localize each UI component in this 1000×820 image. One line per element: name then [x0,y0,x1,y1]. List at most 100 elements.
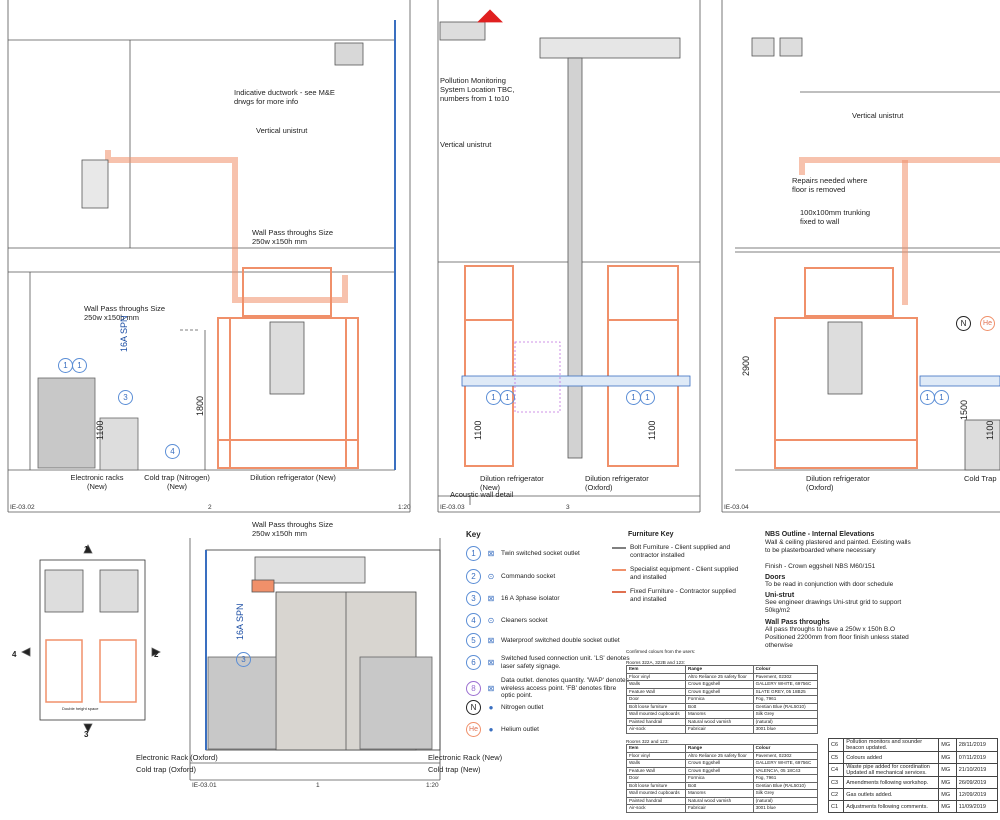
revision-by: MG [938,763,957,777]
key-item: 1 ⊠ Twin switched socket outlet [466,546,631,561]
outlet-icon: ⊠ [487,658,495,667]
key-label: Waterproof switched double socket outlet [501,636,620,644]
unistrut-note: Vertical unistrut [440,140,492,149]
trunking-note: 100x100mm trunking fixed to wall [800,208,871,226]
label-rack-oxford: Electronic Rack (Oxford) [136,753,218,762]
keyplan-view-1: 1 [84,545,89,554]
table-cell: VALENCIA, 05 18C43 [752,766,819,775]
table-header: Range [685,744,754,753]
table-cell: Fabricair [685,725,754,734]
key-symbol-number: N [466,700,481,715]
revision-desc: Pollution monitors and sounder beacon up… [843,738,940,752]
outlet-icon: ⊠ [487,549,495,558]
socket-symbol: 1 [58,358,73,373]
outlet-icon: ⊙ [487,572,495,581]
table-row: Air-sock Fabricair 3001 blue [626,725,819,734]
sheet-number: 2 [208,504,212,511]
key-symbol-number: 4 [466,613,481,628]
keyplan-hint: Double height space [62,706,99,711]
table-cell: Formica [685,695,754,704]
label-coldtrap-oxford: Cold trap (Oxford) [136,765,197,774]
sheet-scale: 1:20 [398,504,411,511]
key-item: 8 ⊠ Data outlet. denotes quantity. 'WAP' d… [466,677,631,700]
wallpass-note-left: Wall Pass throughs Size 250w x150h mm [84,304,166,322]
table-cell: Feature Wall [626,766,686,775]
key-item: 4 ⊙ Cleaners socket [466,613,631,628]
table-header: Range [685,665,754,674]
table-cell: Floor vinyl [626,672,686,681]
table-cell: Painted handrail [626,796,686,805]
table-cell: SLATE GREY, 05 18B25 [752,687,819,696]
label-coldtrap: Cold Trap [964,474,997,483]
dim-1500: 1500 [959,399,969,420]
label-rack-new: Electronic Rack (New) [428,753,503,762]
key-item: N ● Nitrogen outlet [466,700,631,715]
key-symbol-number: 1 [466,546,481,561]
keyplan-view-4: 4 [12,650,17,659]
table-cell: GALLERY WHITE, 69756C [752,680,819,689]
nbs-wallpass-body: All pass throughs to have a 250w x 150h … [765,626,909,649]
outlet-icon: ⊠ [487,594,495,603]
table-cell: (natural) [752,796,819,805]
table-cell: 3001 blue [752,725,819,734]
table-header: Item [626,744,686,753]
table-header: Colour [752,744,819,753]
furniture-key-title: Furniture Key [628,531,674,538]
furniture-key-item: Specialist equipment - Client supplied a… [630,566,739,581]
table-row: Walls Crown Eggshell GALLERY WHITE, 69756C [626,759,819,768]
table-cell: Floor vinyl [626,751,686,760]
key-symbol-number: 5 [466,633,481,648]
table-row: Wall mounted cupboards Manoms Silk Grey [626,789,819,798]
ductwork-note: Indicative ductwork - see M&E drwgs for … [234,88,335,106]
nitrogen-symbol: N [956,316,971,331]
revision-by: MG [938,776,957,789]
label-racks: Electronic racks (New) [70,473,124,491]
revision-date: 28/11/2019 [955,738,999,752]
dim-2900: 2900 [741,355,751,376]
table-cell: Silk Grey [752,710,819,719]
key-symbol-number: 3 [466,591,481,606]
table-cell: Walls [626,759,686,768]
key-symbol-number: 2 [466,569,481,584]
label-dilution: Dilution refrigerator (New) [250,473,336,482]
table-cell: Walls [626,680,686,689]
table-cell: Bott [685,781,754,790]
socket-symbol: 1 [626,390,641,405]
table-row: Wall mounted cupboards Manoms Silk Grey [626,710,819,719]
revision-row: C5 Colours added MG 07/11/2019 [827,751,999,764]
table-cell: Silk Grey [752,789,819,798]
table-row: Air-sock Fabricair 3001 blue [626,804,819,813]
revision-rev: C4 [827,763,845,777]
table-cell: Fog, 7961 [752,695,819,704]
table-cell: Feature Wall [626,687,686,696]
spn-label: 16A SPN [235,603,245,640]
table-cell: Bott [685,702,754,711]
key-item: 3 ⊠ 16 A 3phase isolator [466,591,631,606]
key-label: Nitrogen outlet [501,703,544,711]
revision-date: 11/09/2019 [955,800,999,813]
table-row: Floor vinyl Altro Reliance 25 safety floo… [626,751,819,760]
sheet-scale: 1:20 [426,782,439,789]
colours-table-1: Item Range Colour Floor vinyl Altro Relianc… [626,665,819,734]
key-label: Helium outlet [501,725,539,733]
table-cell: Gentian Blue (RAL5010) [752,781,819,790]
table-cell: Fog, 7961 [752,774,819,783]
table-cell: Painted handrail [626,717,686,726]
sheet-number: 3 [566,504,570,511]
revision-date: 12/09/2019 [955,788,999,801]
key-title: Key [466,530,481,539]
revision-rev: C1 [827,800,845,813]
dim-1100: 1100 [985,420,995,440]
socket-symbol: 1 [920,390,935,405]
outlet-icon: ● [488,725,494,734]
table-cell: Bolt loose furniture [626,781,686,790]
revision-date: 07/11/2019 [955,751,999,764]
table-header: Item [626,665,686,674]
key-symbol-number: He [466,722,481,737]
helium-symbol: He [980,316,995,331]
furniture-key-item: Fixed Furniture - Contractor supplied an… [630,588,736,603]
revision-rev: C3 [827,776,845,789]
spn-label: 16A SPN [119,315,129,352]
key-label: Data outlet. denotes quantity. 'WAP' den… [501,677,629,699]
table-cell: Crown Eggshell [685,766,754,775]
